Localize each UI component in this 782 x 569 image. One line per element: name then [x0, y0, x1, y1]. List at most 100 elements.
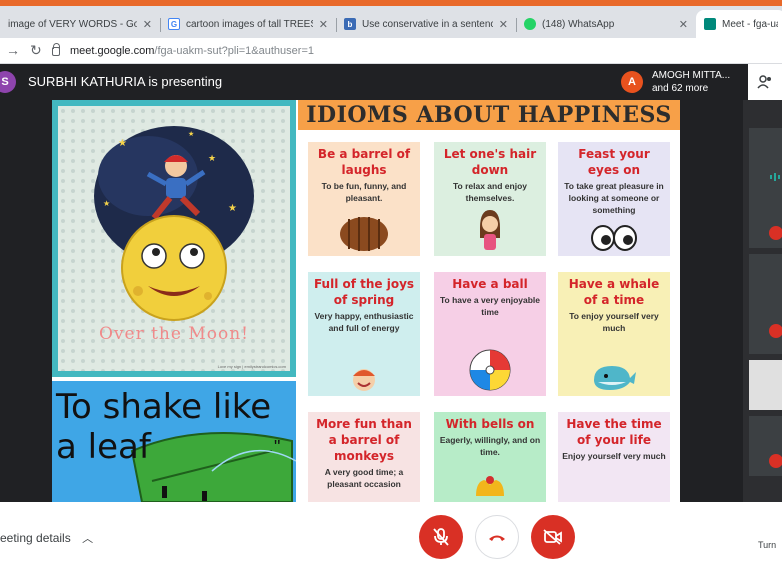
idiom-card: Full of the joys of spring Very happy, e…: [308, 272, 420, 396]
camera-toggle-button[interactable]: [531, 515, 575, 559]
happy-child-icon: [353, 369, 375, 391]
meet-controls-bar: eeting details ︿ Turn: [0, 502, 782, 569]
people-button[interactable]: [748, 64, 782, 100]
barrel-icon: [340, 217, 388, 251]
participant-name: AMOGH MITTA...: [652, 70, 731, 81]
idiom-card: Feast your eyes on To take great pleasur…: [558, 142, 670, 256]
moon-credit: Love my sign | emilystrandcomics.com: [217, 364, 286, 369]
user-avatar: A: [621, 71, 643, 93]
forward-icon[interactable]: →: [6, 42, 20, 58]
beach-ball-icon: [469, 349, 511, 391]
idiom-title: More fun than a barrel of monkeys: [316, 417, 412, 463]
idiom-card: Be a barrel of laughs To be fun, funny, …: [308, 142, 420, 256]
audio-level-icon: [770, 173, 780, 181]
people-icon: [757, 75, 771, 89]
participants-summary[interactable]: AMOGH MITTA... and 62 more: [652, 69, 730, 95]
browser-tab-bar: image of VERY WORDS - Google ✕ G cartoon…: [0, 6, 782, 38]
idiom-definition: To enjoy yourself very much: [569, 311, 659, 333]
idiom-title: Have a ball: [452, 277, 528, 291]
idiom-definition: To have a very enjoyable time: [440, 295, 540, 317]
mic-off-icon: [769, 324, 782, 338]
participant-tile[interactable]: [749, 416, 782, 476]
chevron-up-icon: ︿: [82, 533, 94, 545]
participant-tile[interactable]: [749, 254, 782, 354]
tab-close-icon[interactable]: ✕: [499, 18, 508, 31]
participant-tile[interactable]: [749, 360, 782, 410]
idiom-title: Have a whale of a time: [568, 277, 660, 307]
svg-text:★: ★: [188, 130, 194, 138]
hang-up-icon: [489, 535, 505, 541]
leave-call-button[interactable]: [475, 515, 519, 559]
over-the-moon-illustration: ★ ★ ★ ★ ★ Over the Moon! Love my sign | …: [58, 106, 290, 371]
google-favicon-icon: G: [168, 18, 180, 30]
presentation-header: S SURBHI KATHURIA is presenting A AMOGH …: [0, 64, 782, 100]
meeting-details-button[interactable]: eeting details ︿: [0, 530, 93, 546]
browser-tab-active[interactable]: Meet - fga-uak: [696, 10, 782, 38]
whatsapp-favicon-icon: [524, 18, 536, 30]
dictionary-favicon-icon: b: [344, 18, 356, 30]
bells-icon: [476, 476, 504, 496]
shake-like-a-leaf-text: To shake like a leaf: [56, 387, 272, 467]
idiom-definition: Eagerly, willingly, and on time.: [439, 435, 541, 457]
lock-icon: [52, 42, 60, 56]
idiom-title: Full of the joys of spring: [313, 277, 415, 307]
idiom-definition: A very good time; a pleasant occasion: [324, 467, 404, 489]
browser-tab[interactable]: G cartoon images of tall TREES - G ✕: [160, 10, 336, 38]
svg-text:★: ★: [118, 138, 127, 149]
tab-close-icon[interactable]: ✕: [319, 18, 328, 31]
idiom-title: Feast your eyes on: [578, 147, 650, 177]
mic-off-icon: [769, 226, 782, 240]
presenter-avatar: S: [0, 71, 16, 93]
url-path: /fga-uakm-sut?pli=1&authuser=1: [154, 45, 314, 57]
shake-like-a-leaf-panel: " To shake like a leaf: [52, 381, 296, 502]
url-input[interactable]: meet.google.com/fga-uakm-sut?pli=1&authu…: [52, 41, 652, 61]
tab-title: image of VERY WORDS - Google: [8, 18, 137, 30]
address-bar: → ↻ meet.google.com/fga-uakm-sut?pli=1&a…: [0, 38, 782, 64]
idiom-card: More fun than a barrel of monkeys A very…: [308, 412, 420, 502]
eyes-icon: [591, 225, 637, 251]
mic-off-icon: [433, 528, 449, 546]
participant-strip: [743, 100, 782, 502]
presenting-label: SURBHI KATHURIA is presenting: [28, 74, 223, 89]
idiom-definition: To relax and enjoy themselves.: [452, 181, 527, 203]
idiom-card: Let one's hair down To relax and enjoy t…: [434, 142, 546, 256]
mic-off-icon: [769, 454, 782, 468]
tab-title: (148) WhatsApp: [542, 18, 615, 30]
idiom-definition: Enjoy yourself very much: [562, 451, 666, 461]
idiom-definition: To be fun, funny, and pleasant.: [321, 181, 407, 203]
idioms-chart: IDIOMS ABOUT HAPPINESS Be a barrel of la…: [298, 100, 680, 502]
browser-tab[interactable]: b Use conservative in a sentence | ✕: [336, 10, 516, 38]
idiom-card: Have the time of your life Enjoy yoursel…: [558, 412, 670, 502]
meet-favicon-icon: [704, 18, 716, 30]
camera-off-icon: [543, 529, 562, 545]
microphone-toggle-button[interactable]: [419, 515, 463, 559]
girl-icon: [480, 210, 500, 250]
participant-tile[interactable]: [749, 128, 782, 248]
meeting-details-label: eeting details: [0, 531, 71, 545]
idiom-definition: Very happy, enthusiastic and full of ene…: [314, 311, 414, 333]
svg-text:★: ★: [228, 203, 237, 214]
moon-caption: Over the Moon!: [98, 324, 250, 344]
reload-icon[interactable]: ↻: [30, 42, 42, 59]
idiom-title: Have the time of your life: [566, 417, 662, 447]
captions-label[interactable]: Turn: [758, 540, 776, 550]
over-the-moon-panel: ★ ★ ★ ★ ★ Over the Moon! Love my sign | …: [52, 100, 296, 377]
tab-title: cartoon images of tall TREES - G: [186, 18, 313, 30]
idiom-title: Let one's hair down: [443, 147, 537, 177]
idiom-title: With bells on: [445, 417, 535, 431]
tab-close-icon[interactable]: ✕: [679, 18, 688, 31]
svg-text:★: ★: [208, 153, 216, 163]
idiom-card: Have a ball To have a very enjoyable tim…: [434, 272, 546, 396]
svg-text:★: ★: [103, 199, 110, 208]
idiom-title: Be a barrel of laughs: [317, 147, 411, 177]
url-host: meet.google.com: [70, 45, 155, 57]
idiom-definition: To take great pleasure in looking at som…: [564, 181, 664, 215]
tab-close-icon[interactable]: ✕: [143, 18, 152, 31]
browser-tab[interactable]: image of VERY WORDS - Google ✕: [0, 10, 160, 38]
tab-title: Use conservative in a sentence |: [362, 18, 493, 30]
browser-tab[interactable]: (148) WhatsApp ✕: [516, 10, 696, 38]
idiom-card: Have a whale of a time To enjoy yourself…: [558, 272, 670, 396]
idiom-card: With bells on Eagerly, willingly, and on…: [434, 412, 546, 502]
shared-screen: ★ ★ ★ ★ ★ Over the Moon! Love my sign | …: [52, 100, 680, 502]
idioms-title: IDIOMS ABOUT HAPPINESS: [298, 100, 680, 130]
